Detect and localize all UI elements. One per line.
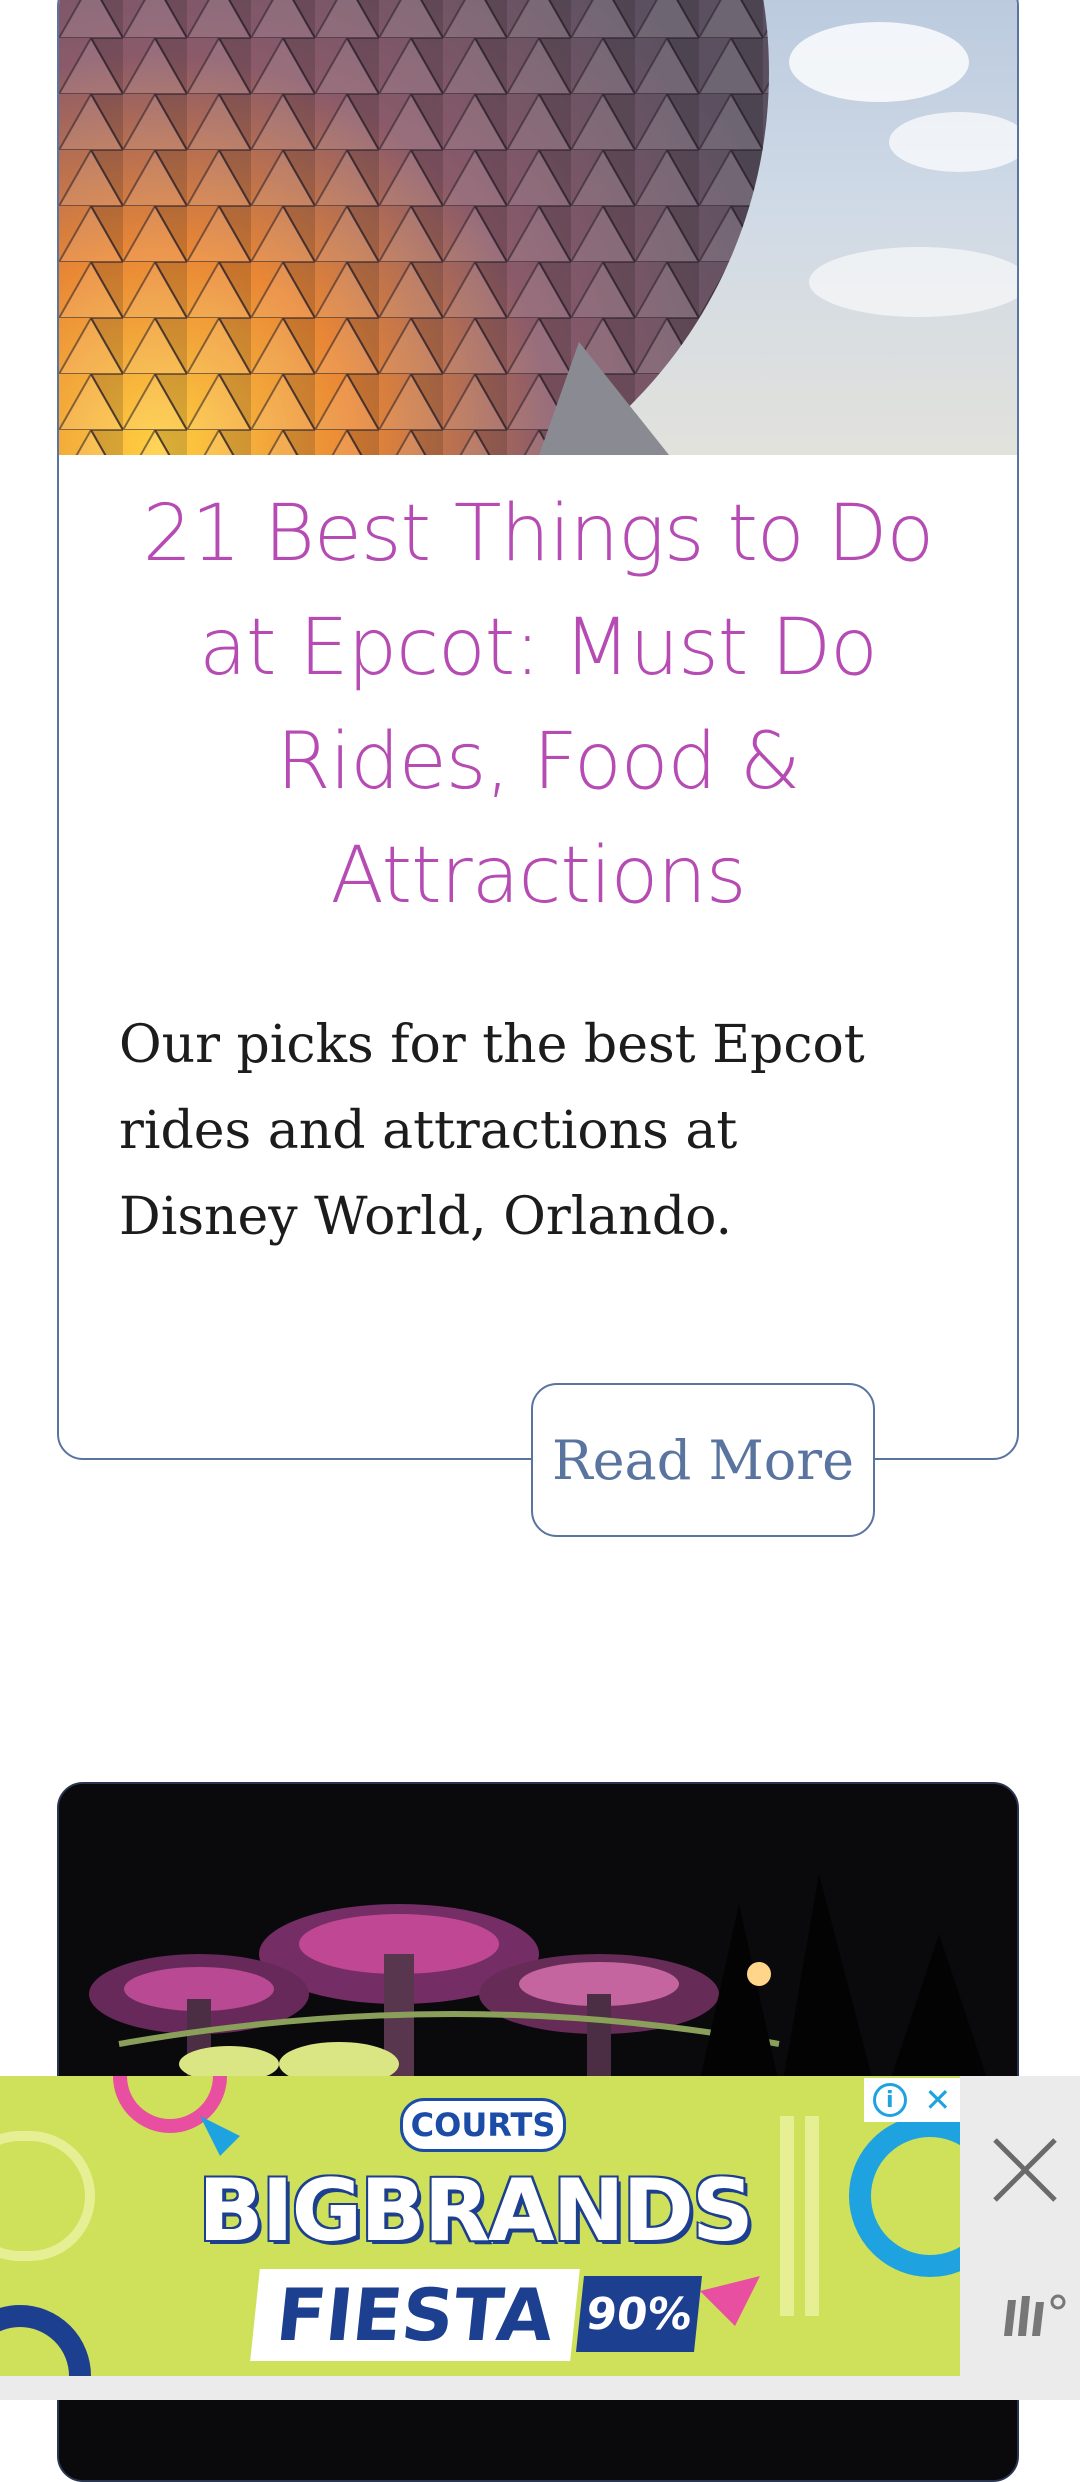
ad-close-icon[interactable] [985,2130,1065,2210]
ad-container: COURTS BIGBRANDS FIESTA 90% i ✕ [0,2076,1080,2400]
post-title[interactable]: 21 Best Things to Do at Epcot: Must Do R… [119,477,957,933]
ad-choices[interactable]: i ✕ [864,2078,960,2122]
ad-headline: BIGBRANDS [198,2161,754,2261]
ad-network-logo-icon [1000,2290,1070,2340]
post-card[interactable]: 21 Best Things to Do at Epcot: Must Do R… [57,0,1019,1460]
spaceship-earth-image [59,0,1017,455]
ad-info-icon[interactable]: i [872,2083,907,2117]
close-icon [993,2138,1057,2202]
post-description: Our picks for the best Epcot rides and a… [119,1015,865,1247]
ad-choices-close-icon[interactable]: ✕ [924,2081,951,2119]
ad-banner[interactable]: COURTS BIGBRANDS FIESTA 90% i ✕ [0,2076,960,2376]
hero-image-epcot[interactable] [59,0,1017,455]
ad-brand-logo: COURTS [400,2098,566,2152]
read-more-button[interactable]: Read More [531,1383,875,1537]
ad-discount-badge: 90% [576,2276,702,2352]
ad-discount-value: 90% [583,2288,695,2340]
ad-subheadline: FIESTA [250,2269,580,2361]
